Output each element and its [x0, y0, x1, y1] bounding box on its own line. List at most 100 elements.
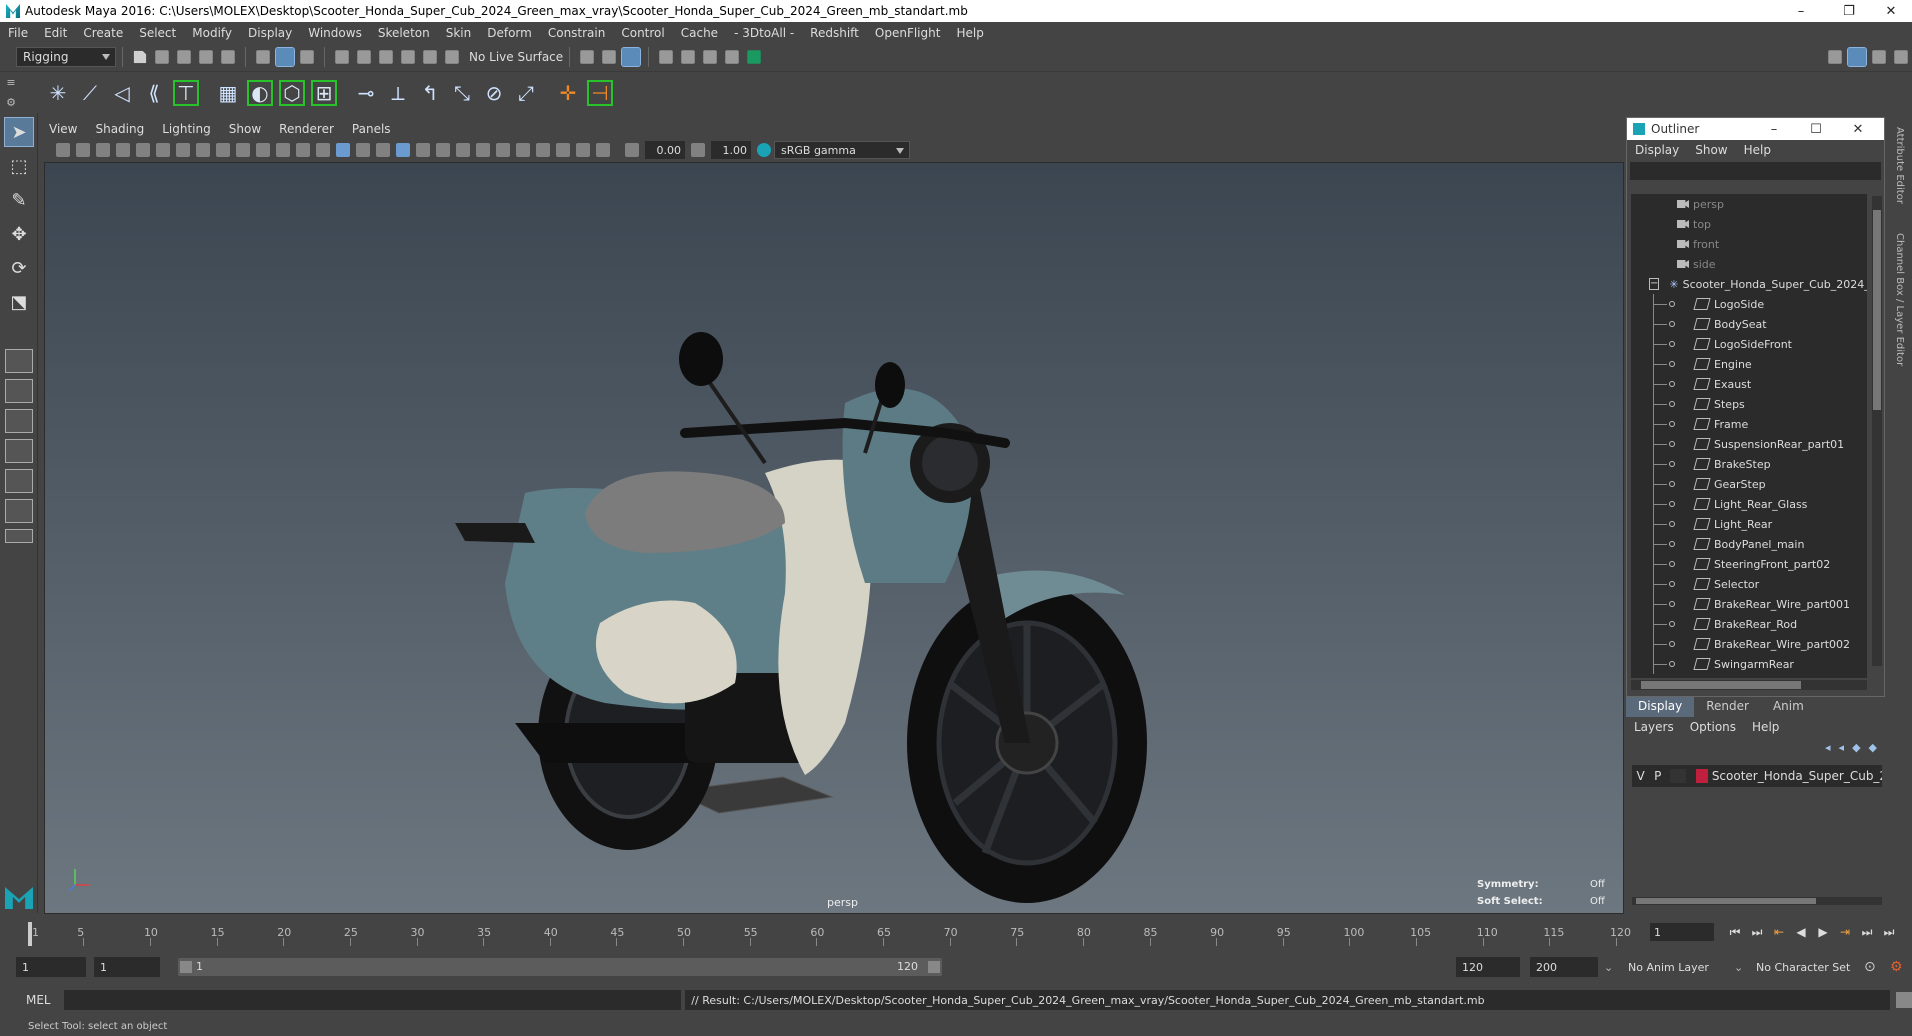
save-scene-icon[interactable]: [177, 50, 191, 64]
move-tool-icon[interactable]: ✥: [4, 219, 34, 249]
outliner-item[interactable]: BrakeRear_Rod: [1631, 614, 1867, 634]
viewport-menu-renderer[interactable]: Renderer: [270, 122, 343, 136]
character-set-dropdown[interactable]: No Character Set: [1756, 961, 1850, 974]
safe-title-icon[interactable]: [296, 143, 310, 157]
snap-surface-icon[interactable]: [423, 50, 437, 64]
outliner-item[interactable]: Engine: [1631, 354, 1867, 374]
anim-layer-dropdown[interactable]: No Anim Layer: [1628, 961, 1709, 974]
screen-space-ao-icon[interactable]: [456, 143, 470, 157]
snap-curve-icon[interactable]: [357, 50, 371, 64]
layer-menu-help[interactable]: Help: [1744, 720, 1787, 734]
layer-menu-options[interactable]: Options: [1682, 720, 1744, 734]
select-hierarchy-icon[interactable]: [256, 50, 270, 64]
gear-icon[interactable]: ⚙: [6, 96, 16, 109]
redo-icon[interactable]: [221, 50, 235, 64]
persp-graph-layout-icon[interactable]: [5, 469, 33, 493]
outliner-item[interactable]: LogoSide: [1631, 294, 1867, 314]
gamma-field[interactable]: 1.00: [711, 141, 751, 159]
range-end-handle[interactable]: [928, 961, 940, 973]
layer-playback-toggle[interactable]: P: [1649, 769, 1666, 783]
outliner-item[interactable]: Steps: [1631, 394, 1867, 414]
wireframe-icon[interactable]: [316, 143, 330, 157]
scrollbar-thumb[interactable]: [1873, 210, 1881, 410]
mirror-left[interactable]: [679, 332, 723, 386]
attribute-editor-toggle-icon[interactable]: [1847, 47, 1867, 67]
default-material-icon[interactable]: [356, 143, 370, 157]
open-scene-icon[interactable]: [155, 50, 169, 64]
ik-spline-icon[interactable]: ◁: [109, 80, 135, 106]
shelf-menu-icon[interactable]: ≡: [6, 76, 15, 89]
live-surface-label[interactable]: No Live Surface: [469, 50, 563, 64]
cluster-icon[interactable]: ⬡: [279, 79, 305, 106]
lattice-icon[interactable]: ▦: [215, 80, 241, 106]
range-slider[interactable]: 1 120: [178, 958, 942, 976]
outliner-menu-display[interactable]: Display: [1627, 143, 1687, 157]
move-layer-up-icon[interactable]: ◂: [1825, 741, 1831, 754]
view-transform-dropdown[interactable]: sRGB gamma: [774, 141, 910, 159]
grease-pencil-icon[interactable]: [156, 143, 170, 157]
snap-grid-icon[interactable]: [335, 50, 349, 64]
script-editor-icon[interactable]: [1896, 992, 1912, 1008]
outliner-scrollbar[interactable]: [1872, 196, 1882, 666]
camera-select-icon[interactable]: [56, 143, 70, 157]
chevron-down-icon[interactable]: ⌄: [1604, 961, 1613, 974]
use-all-lights-icon[interactable]: [416, 143, 430, 157]
current-frame-field[interactable]: 1: [1650, 923, 1714, 941]
point-constraint-icon[interactable]: ✛: [555, 80, 581, 106]
scrollbar-thumb[interactable]: [1641, 681, 1801, 689]
safe-action-icon[interactable]: [276, 143, 290, 157]
joint-tool-icon[interactable]: ✳: [45, 80, 71, 106]
outliner-item[interactable]: GearStep: [1631, 474, 1867, 494]
outliner-item[interactable]: SteeringFront_part02: [1631, 554, 1867, 574]
more-layouts-icon[interactable]: [5, 529, 33, 543]
mirror-weights-icon[interactable]: ⤡: [449, 80, 475, 106]
close-button[interactable]: ✕: [1868, 0, 1912, 22]
hypershade-layout-icon[interactable]: [5, 499, 33, 523]
auto-key-icon[interactable]: ⊙: [1864, 959, 1876, 975]
outliner-h-scrollbar[interactable]: [1631, 680, 1867, 690]
lasso-tool-icon[interactable]: ⬚: [4, 151, 34, 181]
collapse-icon[interactable]: −: [1649, 278, 1660, 290]
outliner-item[interactable]: BodyPanel_main: [1631, 534, 1867, 554]
end-time-field[interactable]: 200: [1530, 957, 1598, 977]
tab-anim[interactable]: Anim: [1761, 697, 1816, 717]
snap-view-icon[interactable]: [401, 50, 415, 64]
layer-display-type[interactable]: [1670, 769, 1686, 783]
viewport-menu-shading[interactable]: Shading: [86, 122, 153, 136]
select-component-icon[interactable]: [300, 50, 314, 64]
viewport-menu-lighting[interactable]: Lighting: [153, 122, 220, 136]
menu-set-dropdown[interactable]: Rigging: [16, 47, 116, 67]
xray-active-icon[interactable]: [576, 143, 590, 157]
layer-name[interactable]: Scooter_Honda_Super_Cub_2024: [1712, 769, 1882, 783]
modeling-toolkit-icon[interactable]: [1828, 50, 1842, 64]
scale-tool-icon[interactable]: ⬔: [4, 287, 34, 317]
film-gate-icon[interactable]: [196, 143, 210, 157]
outliner-item-top[interactable]: top: [1631, 214, 1867, 234]
render-settings-icon[interactable]: [659, 50, 673, 64]
construction-history-icon[interactable]: [580, 50, 594, 64]
insert-joint-icon[interactable]: ⟪: [141, 80, 167, 106]
layer-h-scrollbar[interactable]: [1632, 897, 1882, 905]
chevron-down-icon[interactable]: ⌄: [1734, 961, 1743, 974]
tool-settings-toggle-icon[interactable]: [1872, 50, 1886, 64]
color-management-icon[interactable]: [757, 143, 771, 157]
step-back-key-icon[interactable]: ⏭: [1746, 925, 1768, 940]
rotate-tool-icon[interactable]: ⟳: [4, 253, 34, 283]
field-chart-icon[interactable]: [256, 143, 270, 157]
range-start-handle[interactable]: [180, 961, 192, 973]
step-forward-key-icon[interactable]: ⏭: [1856, 925, 1878, 940]
new-scene-icon[interactable]: [133, 50, 147, 64]
single-pane-layout-icon[interactable]: [5, 349, 33, 373]
go-to-end-icon[interactable]: ⏭: [1878, 925, 1900, 940]
minimize-button[interactable]: –: [1753, 118, 1795, 140]
rear-rack[interactable]: [455, 523, 535, 543]
outliner-item[interactable]: BrakeStep: [1631, 454, 1867, 474]
menu-deform[interactable]: Deform: [479, 26, 540, 40]
render-current-frame-icon[interactable]: [602, 50, 616, 64]
anti-aliasing-icon[interactable]: [496, 143, 510, 157]
menu-redshift[interactable]: Redshift: [802, 26, 867, 40]
scrollbar-thumb[interactable]: [1636, 898, 1816, 904]
maximize-button[interactable]: ☐: [1795, 118, 1837, 140]
viewport-persp[interactable]: persp Symmetry: Off Soft Select: Off: [44, 162, 1624, 914]
blend-shape-icon[interactable]: ⊘: [481, 80, 507, 106]
